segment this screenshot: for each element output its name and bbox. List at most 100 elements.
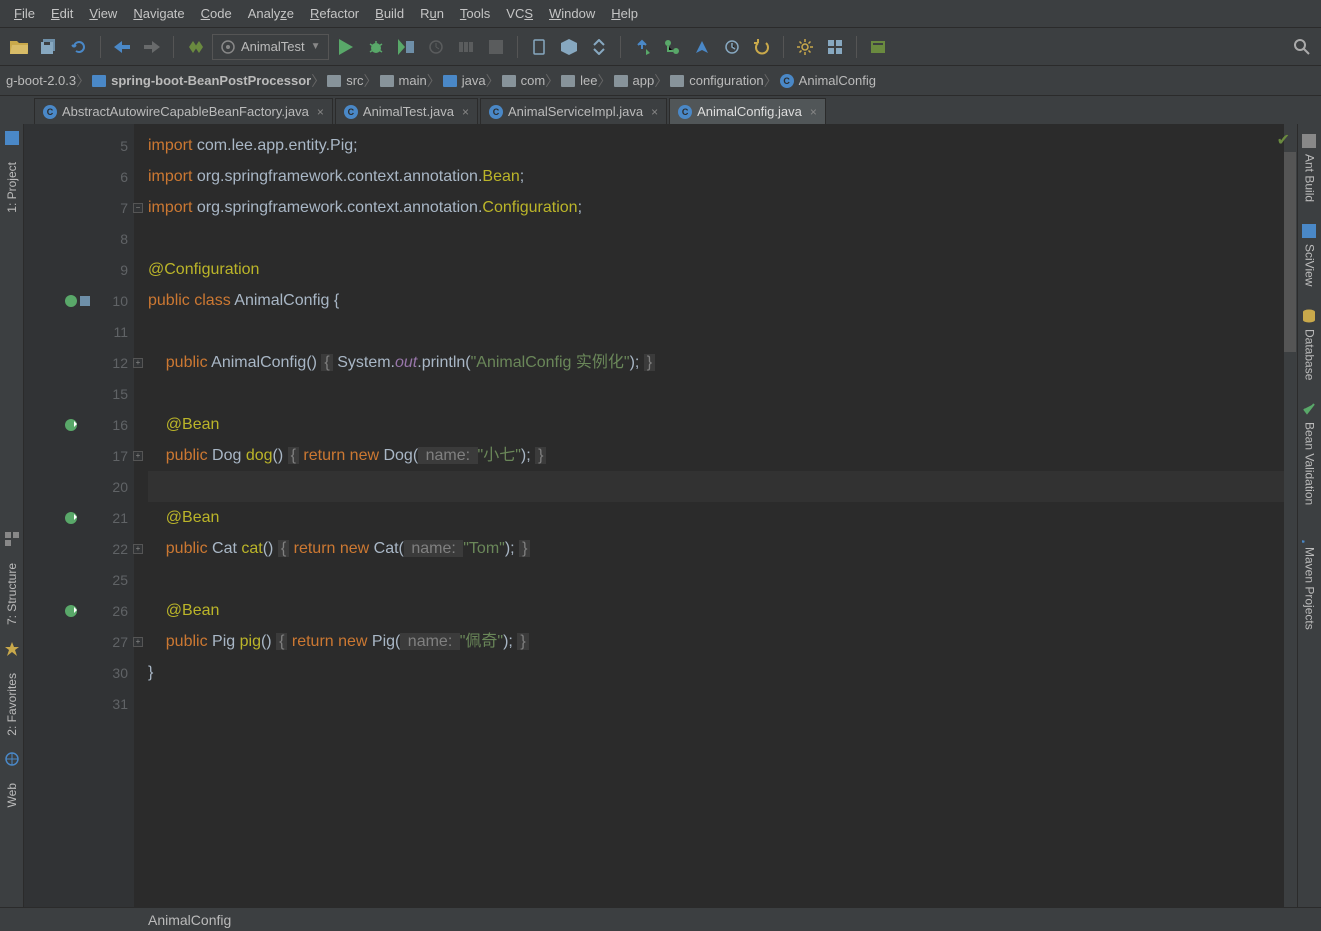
search-everywhere-icon[interactable] bbox=[1289, 34, 1315, 60]
favorites-tool-icon[interactable] bbox=[4, 641, 20, 657]
tab-animal-test[interactable]: CAnimalTest.java× bbox=[335, 98, 478, 124]
menu-vcs[interactable]: VCS bbox=[498, 3, 541, 24]
menu-run[interactable]: Run bbox=[412, 3, 452, 24]
breadcrumb-item[interactable]: main bbox=[374, 66, 437, 95]
gutter[interactable]: 5 6 −7 8 9 10 11 +12 15 16 +17 20 21 +22… bbox=[24, 124, 134, 907]
fold-icon[interactable]: + bbox=[133, 358, 143, 368]
open-icon[interactable] bbox=[6, 34, 32, 60]
breadcrumb-item[interactable]: configuration bbox=[664, 66, 773, 95]
debug-icon[interactable] bbox=[363, 34, 389, 60]
tool-favorites[interactable]: 2: Favorites bbox=[5, 669, 19, 740]
fold-icon[interactable]: + bbox=[133, 544, 143, 554]
module-icon bbox=[92, 75, 106, 87]
tool-database[interactable]: Database bbox=[1302, 307, 1318, 382]
class-icon: C bbox=[43, 105, 57, 119]
structure-tool-icon[interactable] bbox=[4, 531, 20, 547]
coverage-icon[interactable] bbox=[393, 34, 419, 60]
breadcrumb-item[interactable]: src bbox=[321, 66, 373, 95]
breadcrumb-item[interactable]: app bbox=[608, 66, 665, 95]
folder-icon bbox=[443, 75, 457, 87]
editor-tabs: CAbstractAutowireCapableBeanFactory.java… bbox=[0, 96, 1321, 124]
vcs-update-icon[interactable] bbox=[629, 34, 655, 60]
menu-file[interactable]: File bbox=[6, 3, 43, 24]
vcs-revert-icon[interactable] bbox=[749, 34, 775, 60]
close-icon[interactable]: × bbox=[462, 105, 469, 119]
run-config-label: AnimalTest bbox=[241, 39, 305, 54]
editor-crumb-label[interactable]: AnimalConfig bbox=[148, 912, 231, 928]
menu-analyze[interactable]: Analyze bbox=[240, 3, 302, 24]
run-icon[interactable] bbox=[333, 34, 359, 60]
menu-view[interactable]: View bbox=[81, 3, 125, 24]
folder-icon bbox=[561, 75, 575, 87]
build-icon[interactable] bbox=[182, 34, 208, 60]
vcs-push-icon[interactable] bbox=[689, 34, 715, 60]
scroll-thumb[interactable] bbox=[1284, 152, 1296, 352]
project-structure-icon[interactable] bbox=[822, 34, 848, 60]
class-icon: C bbox=[780, 74, 794, 88]
breadcrumb-item[interactable]: com bbox=[496, 66, 556, 95]
menu-build[interactable]: Build bbox=[367, 3, 412, 24]
spring-bean-icon[interactable] bbox=[64, 293, 94, 309]
vcs-commit-icon[interactable] bbox=[659, 34, 685, 60]
menu-window[interactable]: Window bbox=[541, 3, 603, 24]
breadcrumb-item[interactable]: java bbox=[437, 66, 496, 95]
vertical-scrollbar[interactable] bbox=[1284, 124, 1296, 907]
sync-icon[interactable] bbox=[586, 34, 612, 60]
vcs-history-icon[interactable] bbox=[719, 34, 745, 60]
settings-icon[interactable] bbox=[792, 34, 818, 60]
folder-icon bbox=[380, 75, 394, 87]
tool-web[interactable]: Web bbox=[5, 779, 19, 811]
menu-edit[interactable]: Edit bbox=[43, 3, 81, 24]
menu-bar: File Edit View Navigate Code Analyze Ref… bbox=[0, 0, 1321, 28]
close-icon[interactable]: × bbox=[810, 105, 817, 119]
stop-icon[interactable] bbox=[483, 34, 509, 60]
main-area: 1: Project 7: Structure 2: Favorites Web… bbox=[0, 124, 1321, 907]
tab-animal-config[interactable]: CAnimalConfig.java× bbox=[669, 98, 826, 124]
menu-code[interactable]: Code bbox=[193, 3, 240, 24]
code-area[interactable]: import com.lee.app.entity.Pig; import or… bbox=[134, 124, 1284, 907]
web-tool-icon[interactable] bbox=[4, 751, 20, 767]
spring-bean-icon[interactable] bbox=[64, 417, 94, 433]
project-tool-icon[interactable] bbox=[4, 130, 20, 146]
tab-animal-service-impl[interactable]: CAnimalServiceImpl.java× bbox=[480, 98, 667, 124]
menu-tools[interactable]: Tools bbox=[452, 3, 498, 24]
spring-bean-icon[interactable] bbox=[64, 510, 94, 526]
toolbar: AnimalTest ▼ bbox=[0, 28, 1321, 66]
menu-navigate[interactable]: Navigate bbox=[125, 3, 192, 24]
tool-maven[interactable]: mMaven Projects bbox=[1302, 525, 1318, 632]
avd-icon[interactable] bbox=[526, 34, 552, 60]
forward-icon[interactable] bbox=[139, 34, 165, 60]
menu-refactor[interactable]: Refactor bbox=[302, 3, 367, 24]
tool-sciview[interactable]: SciView bbox=[1302, 222, 1318, 288]
close-icon[interactable]: × bbox=[651, 105, 658, 119]
tool-structure[interactable]: 7: Structure bbox=[5, 559, 19, 629]
concurrency-icon[interactable] bbox=[453, 34, 479, 60]
menu-help[interactable]: Help bbox=[603, 3, 646, 24]
inspection-ok-icon[interactable]: ✔ bbox=[1277, 130, 1290, 150]
fold-icon[interactable]: − bbox=[133, 203, 143, 213]
breadcrumb-item[interactable]: g-boot-2.0.3 bbox=[0, 66, 86, 95]
close-icon[interactable]: × bbox=[317, 105, 324, 119]
spring-bean-icon[interactable] bbox=[64, 603, 94, 619]
tab-abstract-autowire[interactable]: CAbstractAutowireCapableBeanFactory.java… bbox=[34, 98, 333, 124]
save-all-icon[interactable] bbox=[36, 34, 62, 60]
refresh-icon[interactable] bbox=[66, 34, 92, 60]
back-icon[interactable] bbox=[109, 34, 135, 60]
profile-icon[interactable] bbox=[423, 34, 449, 60]
folder-icon bbox=[670, 75, 684, 87]
folder-icon bbox=[502, 75, 516, 87]
tool-project[interactable]: 1: Project bbox=[5, 158, 19, 217]
class-icon: C bbox=[489, 105, 503, 119]
breadcrumb-item[interactable]: lee bbox=[555, 66, 607, 95]
tool-ant-build[interactable]: Ant Build bbox=[1302, 132, 1318, 204]
class-icon: C bbox=[344, 105, 358, 119]
run-config-select[interactable]: AnimalTest ▼ bbox=[212, 34, 329, 60]
fold-icon[interactable]: + bbox=[133, 451, 143, 461]
tool-bean-validation[interactable]: Bean Validation bbox=[1302, 400, 1318, 507]
ide-scripting-icon[interactable] bbox=[865, 34, 891, 60]
breadcrumb-item[interactable]: spring-boot-BeanPostProcessor bbox=[86, 66, 321, 95]
breadcrumb-item[interactable]: CAnimalConfig bbox=[774, 66, 886, 95]
sdk-icon[interactable] bbox=[556, 34, 582, 60]
editor[interactable]: 5 6 −7 8 9 10 11 +12 15 16 +17 20 21 +22… bbox=[24, 124, 1297, 907]
fold-icon[interactable]: + bbox=[133, 637, 143, 647]
